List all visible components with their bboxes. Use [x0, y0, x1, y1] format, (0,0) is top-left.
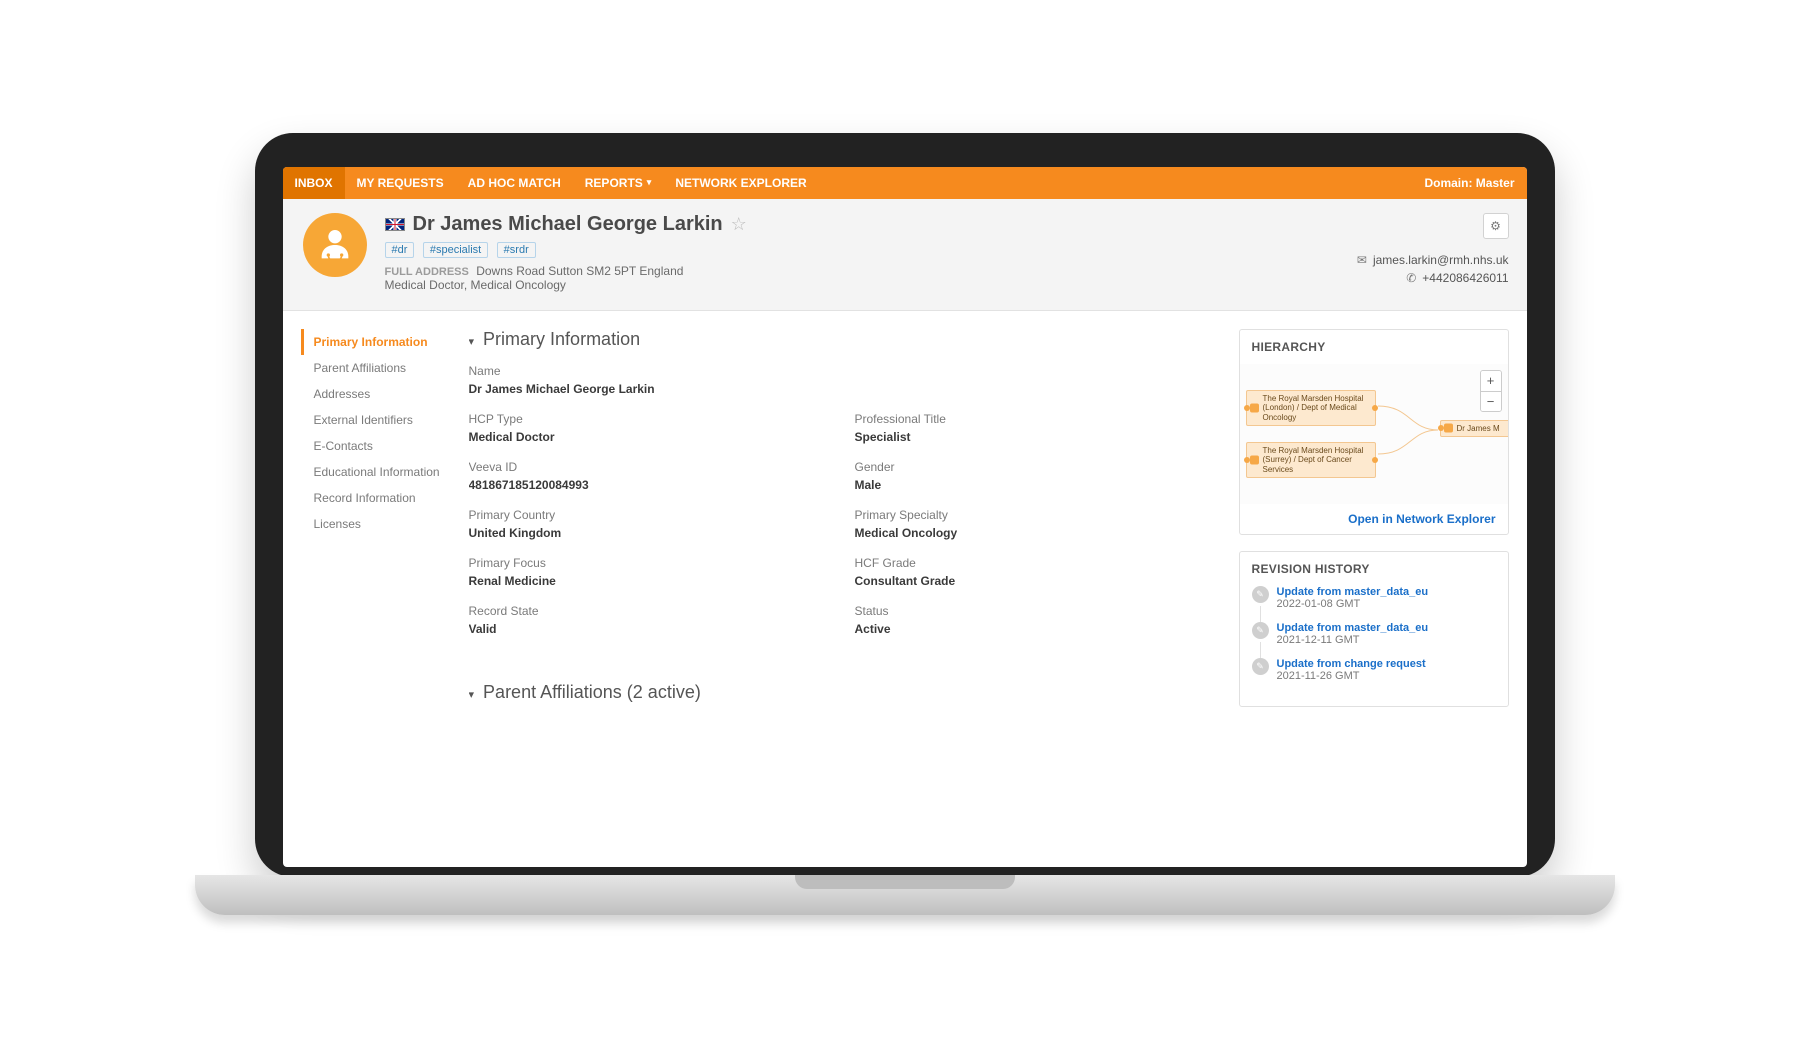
value-primary-specialty: Medical Oncology — [855, 526, 1221, 540]
value-prof-title: Specialist — [855, 430, 1221, 444]
nav-network-explorer[interactable]: NETWORK EXPLORER — [663, 167, 818, 199]
doctor-icon — [315, 225, 355, 265]
label-hcp-type: HCP Type — [469, 412, 835, 426]
domain-label: Domain: Master — [1412, 167, 1526, 199]
section-parent-affiliations-title[interactable]: ▾ Parent Affiliations (2 active) — [469, 682, 1221, 703]
nav-inbox[interactable]: INBOX — [283, 167, 345, 199]
phone-icon: ✆ — [1406, 271, 1416, 285]
nav-my-requests[interactable]: MY REQUESTS — [345, 167, 456, 199]
revision-history-panel: REVISION HISTORY ✎ Update from master_da… — [1239, 551, 1509, 707]
nav-reports-label: REPORTS — [585, 176, 643, 190]
gear-icon: ⚙ — [1490, 219, 1501, 233]
value-name: Dr James Michael George Larkin — [469, 382, 1221, 396]
label-prof-title: Professional Title — [855, 412, 1221, 426]
hierarchy-panel: HIERARCHY + − The Royal Marsden Hospital… — [1239, 329, 1509, 535]
label-primary-country: Primary Country — [469, 508, 835, 522]
sidenav-parent-affiliations[interactable]: Parent Affiliations — [304, 355, 451, 381]
revision-date: 2021-11-26 GMT — [1277, 670, 1426, 682]
email-icon: ✉ — [1357, 253, 1367, 267]
phone-value: +442086426011 — [1422, 271, 1508, 285]
revision-date: 2022-01-08 GMT — [1277, 598, 1429, 610]
sidenav-licenses[interactable]: Licenses — [304, 511, 451, 537]
email-value: james.larkin@rmh.nhs.uk — [1373, 253, 1509, 267]
caret-down-icon: ▾ — [469, 689, 475, 701]
revision-edit-icon: ✎ — [1252, 622, 1269, 639]
revision-edit-icon: ✎ — [1252, 658, 1269, 675]
value-veeva-id: 481867185120084993 — [469, 478, 835, 492]
tag-srdr[interactable]: #srdr — [497, 242, 536, 258]
label-record-state: Record State — [469, 604, 835, 618]
value-gender: Male — [855, 478, 1221, 492]
revision-link[interactable]: Update from change request — [1277, 658, 1426, 670]
sidenav-record-information[interactable]: Record Information — [304, 485, 451, 511]
label-primary-specialty: Primary Specialty — [855, 508, 1221, 522]
label-primary-focus: Primary Focus — [469, 556, 835, 570]
revision-item: ✎ Update from change request 2021-11-26 … — [1252, 658, 1496, 682]
uk-flag-icon — [385, 218, 405, 231]
sidenav-addresses[interactable]: Addresses — [304, 381, 451, 407]
label-status: Status — [855, 604, 1221, 618]
caret-down-icon: ▾ — [469, 336, 475, 348]
value-primary-focus: Renal Medicine — [469, 574, 835, 588]
section-primary-title[interactable]: ▾ Primary Information — [469, 329, 1221, 350]
hierarchy-node-1[interactable]: The Royal Marsden Hospital (London) / De… — [1246, 390, 1376, 427]
value-hcf-grade: Consultant Grade — [855, 574, 1221, 588]
sidenav-primary-information[interactable]: Primary Information — [301, 329, 451, 355]
revision-item: ✎ Update from master_data_eu 2021-12-11 … — [1252, 622, 1496, 646]
full-address-label: FULL ADDRESS — [385, 266, 469, 278]
revision-item: ✎ Update from master_data_eu 2022-01-08 … — [1252, 586, 1496, 610]
profile-header: Dr James Michael George Larkin ☆ #dr #sp… — [283, 199, 1527, 311]
tag-specialist[interactable]: #specialist — [423, 242, 488, 258]
hierarchy-canvas[interactable]: + − The Royal Marsden Hospital (London) … — [1240, 364, 1508, 504]
hierarchy-node-2[interactable]: The Royal Marsden Hospital (Surrey) / De… — [1246, 442, 1376, 479]
label-name: Name — [469, 364, 1221, 378]
revision-date: 2021-12-11 GMT — [1277, 634, 1429, 646]
hierarchy-title: HIERARCHY — [1240, 330, 1508, 364]
profile-name: Dr James Michael George Larkin — [413, 213, 723, 236]
settings-button[interactable]: ⚙ — [1483, 213, 1509, 239]
zoom-out-button[interactable]: − — [1481, 391, 1501, 411]
sidenav-external-identifiers[interactable]: External Identifiers — [304, 407, 451, 433]
revision-link[interactable]: Update from master_data_eu — [1277, 622, 1429, 634]
label-gender: Gender — [855, 460, 1221, 474]
hierarchy-node-person[interactable]: Dr James M — [1440, 420, 1508, 438]
top-nav: INBOX MY REQUESTS AD HOC MATCH REPORTS ▾… — [283, 167, 1527, 199]
sidenav-educational-information[interactable]: Educational Information — [304, 459, 451, 485]
label-hcf-grade: HCF Grade — [855, 556, 1221, 570]
sidenav-e-contacts[interactable]: E-Contacts — [304, 433, 451, 459]
zoom-in-button[interactable]: + — [1481, 371, 1501, 391]
role-line: Medical Doctor, Medical Oncology — [385, 278, 1509, 292]
profile-avatar — [303, 213, 367, 277]
revision-history-title: REVISION HISTORY — [1240, 552, 1508, 586]
value-status: Active — [855, 622, 1221, 636]
value-primary-country: United Kingdom — [469, 526, 835, 540]
side-nav: Primary Information Parent Affiliations … — [301, 329, 451, 537]
chevron-down-icon: ▾ — [647, 177, 652, 188]
revision-edit-icon: ✎ — [1252, 586, 1269, 603]
value-hcp-type: Medical Doctor — [469, 430, 835, 444]
value-record-state: Valid — [469, 622, 835, 636]
nav-reports[interactable]: REPORTS ▾ — [573, 167, 664, 199]
full-address-value: Downs Road Sutton SM2 5PT England — [476, 264, 683, 278]
open-network-explorer-link[interactable]: Open in Network Explorer — [1240, 504, 1508, 534]
nav-adhoc-match[interactable]: AD HOC MATCH — [456, 167, 573, 199]
label-veeva-id: Veeva ID — [469, 460, 835, 474]
favorite-star-icon[interactable]: ☆ — [731, 214, 747, 235]
tag-dr[interactable]: #dr — [385, 242, 415, 258]
revision-link[interactable]: Update from master_data_eu — [1277, 586, 1429, 598]
